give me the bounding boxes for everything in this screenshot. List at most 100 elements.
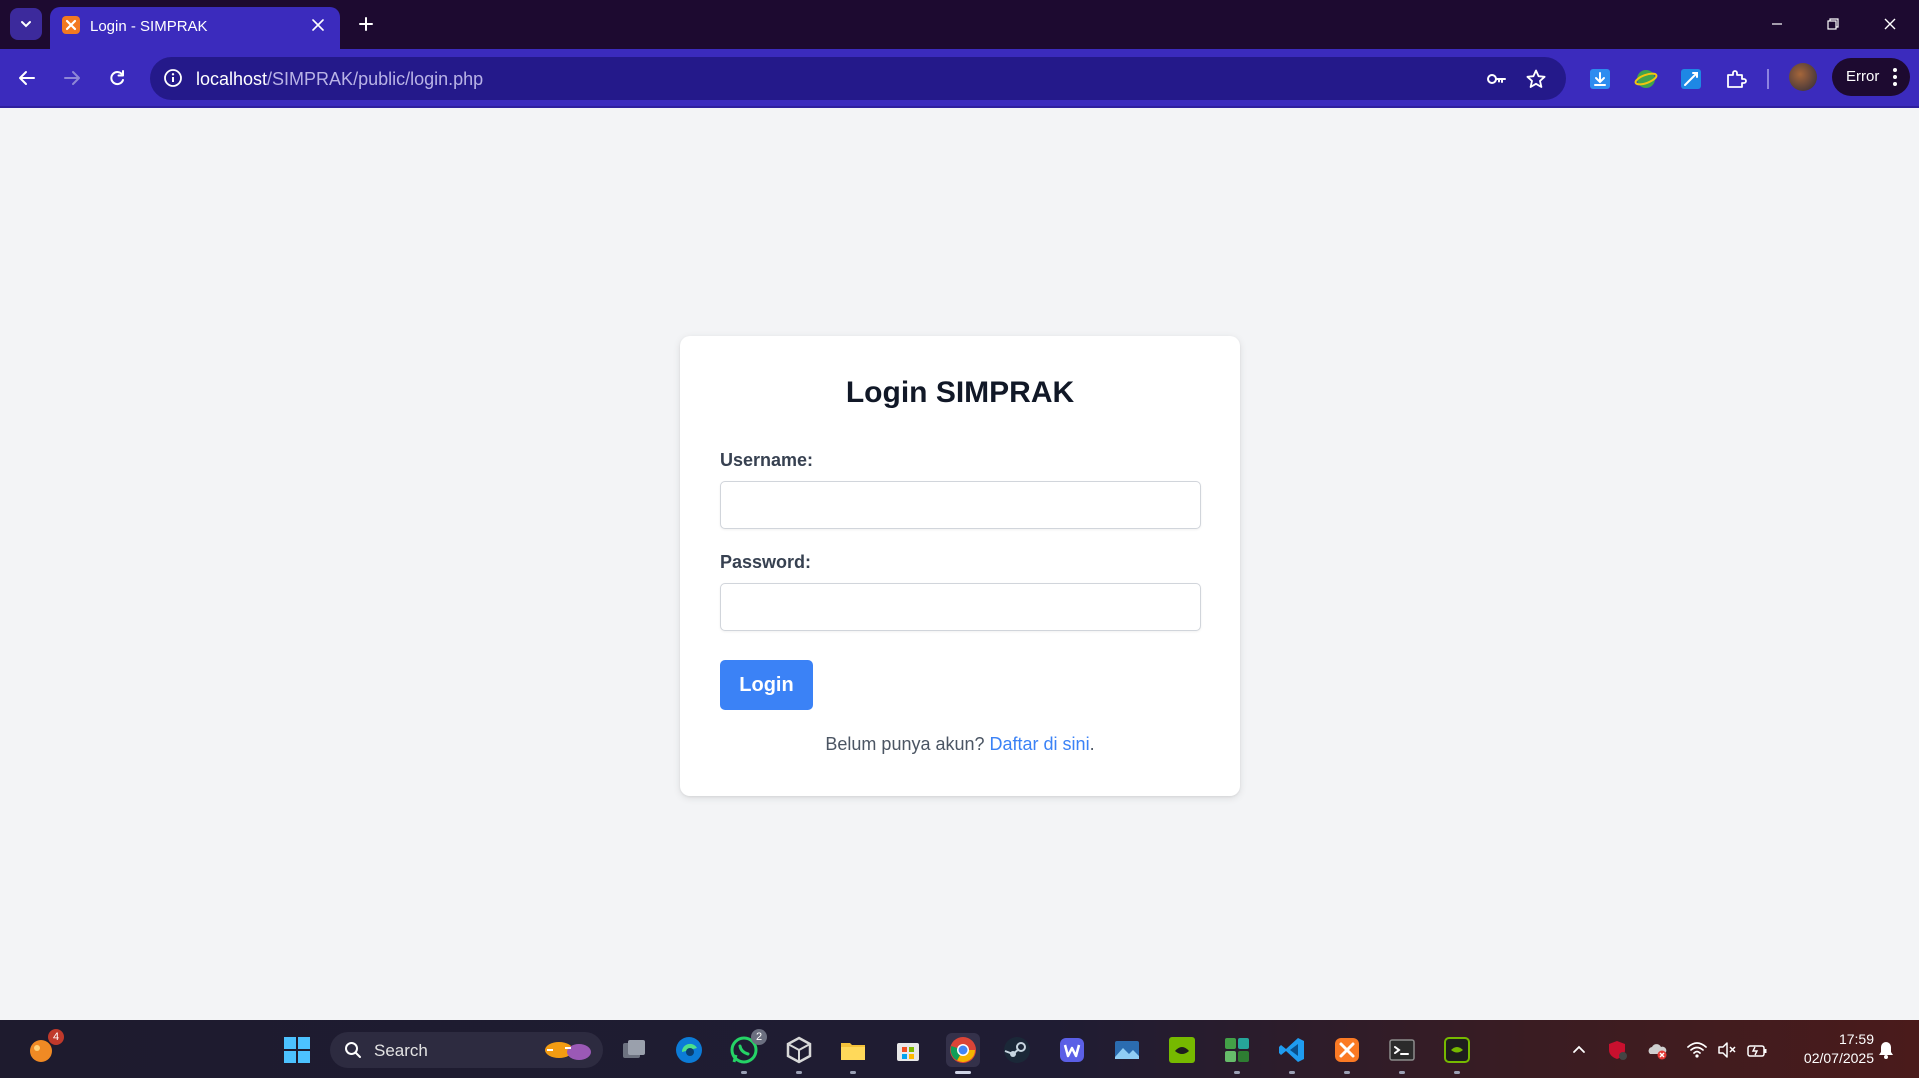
unity-taskbar-button[interactable] [782, 1033, 816, 1074]
profile-avatar[interactable] [1789, 63, 1817, 91]
chevron-down-icon [21, 21, 31, 28]
running-indicator [796, 1071, 802, 1074]
running-indicator [741, 1071, 747, 1074]
terminal-icon [1389, 1039, 1415, 1061]
show-hidden-icons-button[interactable] [1567, 1038, 1591, 1062]
download-extension-icon[interactable] [1586, 65, 1614, 93]
arrow-left-icon [19, 71, 35, 85]
vscode-icon [1279, 1038, 1304, 1062]
nvidia-app-icon [1444, 1037, 1470, 1063]
restore-button[interactable] [1810, 6, 1856, 42]
site-info-icon[interactable] [162, 67, 184, 89]
task-view-button[interactable] [617, 1033, 651, 1067]
xampp-taskbar-button[interactable] [1330, 1033, 1364, 1074]
close-icon [1884, 18, 1896, 30]
windows-taskbar: 4 Search 2 17:59 02/07/2025 [0, 1020, 1919, 1078]
whatsapp-taskbar-button[interactable]: 2 [727, 1029, 767, 1074]
toolbar-divider [1767, 69, 1769, 89]
username-label: Username: [720, 450, 814, 470]
forward-button[interactable] [54, 60, 90, 96]
running-indicator [1399, 1071, 1405, 1074]
start-button[interactable] [280, 1033, 314, 1067]
volume-muted-icon[interactable] [1715, 1038, 1739, 1062]
edge-taskbar-button[interactable] [672, 1033, 706, 1067]
plus-icon [359, 17, 373, 31]
register-prompt: Belum punya akun? Daftar di sini. [680, 734, 1240, 755]
search-placeholder: Search [374, 1041, 428, 1060]
edit-extension-icon[interactable] [1677, 65, 1705, 93]
minimize-icon [1772, 23, 1782, 25]
folder-icon [841, 1043, 865, 1060]
nvidia-icon [1169, 1037, 1195, 1063]
browser-tab-strip: Login - SIMPRAK [0, 0, 1919, 49]
url-text[interactable]: localhost/SIMPRAK/public/login.php [196, 69, 483, 90]
notifications-bell-icon[interactable] [1874, 1038, 1898, 1062]
cards-taskbar-button[interactable] [1220, 1033, 1254, 1074]
tab-search-button[interactable] [10, 8, 42, 40]
steam-taskbar-button[interactable] [1000, 1033, 1034, 1067]
active-indicator [955, 1071, 971, 1074]
store-icon [897, 1043, 919, 1061]
active-tab[interactable]: Login - SIMPRAK [50, 7, 340, 49]
new-tab-button[interactable] [352, 10, 380, 38]
password-label: Password: [720, 552, 812, 572]
earth-extension-icon[interactable] [1632, 65, 1660, 93]
browser-toolbar: localhost/SIMPRAK/public/login.php Error [0, 49, 1919, 108]
cards-icon [1225, 1038, 1249, 1062]
password-input[interactable] [720, 583, 1201, 631]
login-button[interactable]: Login [720, 660, 813, 710]
w-app-taskbar-button[interactable] [1055, 1033, 1089, 1067]
url-path: /SIMPRAK/public/login.php [267, 69, 484, 89]
mcafee-tray-icon[interactable] [1605, 1038, 1629, 1062]
puzzle-extensions-icon[interactable] [1722, 65, 1750, 93]
w-app-icon [1060, 1038, 1084, 1062]
chevron-up-icon [1573, 1045, 1585, 1053]
url-host: localhost [196, 69, 268, 89]
chrome-icon [950, 1037, 976, 1063]
store-taskbar-button[interactable] [891, 1033, 925, 1067]
widgets-badge: 4 [48, 1029, 64, 1045]
register-prompt-text: Belum punya akun? [825, 734, 985, 754]
file-explorer-taskbar-button[interactable] [836, 1033, 870, 1074]
close-window-button[interactable] [1867, 6, 1913, 42]
wifi-icon[interactable] [1685, 1038, 1709, 1062]
whatsapp-badge: 2 [751, 1029, 767, 1045]
taskbar-search[interactable]: Search [330, 1032, 603, 1068]
chrome-taskbar-button[interactable] [946, 1033, 980, 1074]
battery-icon[interactable] [1745, 1038, 1769, 1062]
running-indicator [850, 1071, 856, 1074]
nvidia-app-taskbar-button[interactable] [1440, 1033, 1474, 1074]
running-indicator [1344, 1071, 1350, 1074]
search-icon [345, 1042, 361, 1058]
photos-taskbar-button[interactable] [1110, 1033, 1144, 1067]
browser-error-button[interactable]: Error [1832, 58, 1910, 96]
clock-date: 02/07/2025 [1803, 1050, 1874, 1066]
username-input[interactable] [720, 481, 1201, 529]
running-indicator [1234, 1071, 1240, 1074]
onedrive-error-tray-icon[interactable] [1645, 1038, 1669, 1062]
terminal-taskbar-button[interactable] [1385, 1033, 1419, 1074]
photos-icon [1115, 1041, 1139, 1059]
steam-icon [1004, 1037, 1030, 1063]
kebab-menu-icon[interactable] [1892, 67, 1898, 91]
vscode-taskbar-button[interactable] [1275, 1033, 1309, 1074]
taskbar-clock[interactable]: 17:59 02/07/2025 [1784, 1030, 1874, 1068]
search-highlight-icon [545, 1042, 591, 1060]
reload-button[interactable] [99, 60, 135, 96]
bookmark-star-icon[interactable] [1524, 67, 1548, 91]
login-card: Login SIMPRAK Username: Password: Login … [680, 336, 1240, 796]
page-title: Login SIMPRAK [845, 376, 1075, 409]
running-indicator [1454, 1071, 1460, 1074]
error-label: Error [1846, 68, 1880, 85]
password-key-icon[interactable] [1484, 67, 1508, 91]
xampp-icon [1335, 1038, 1359, 1062]
register-link[interactable]: Daftar di sini [990, 734, 1090, 754]
nvidia-taskbar-button[interactable] [1165, 1033, 1199, 1067]
widgets-button[interactable]: 4 [24, 1029, 64, 1067]
tab-close-icon[interactable] [308, 15, 328, 35]
task-view-icon [623, 1040, 645, 1058]
clock-time: 17:59 [1838, 1031, 1874, 1047]
address-bar[interactable]: localhost/SIMPRAK/public/login.php [150, 57, 1566, 100]
back-button[interactable] [9, 60, 45, 96]
minimize-button[interactable] [1754, 6, 1800, 42]
